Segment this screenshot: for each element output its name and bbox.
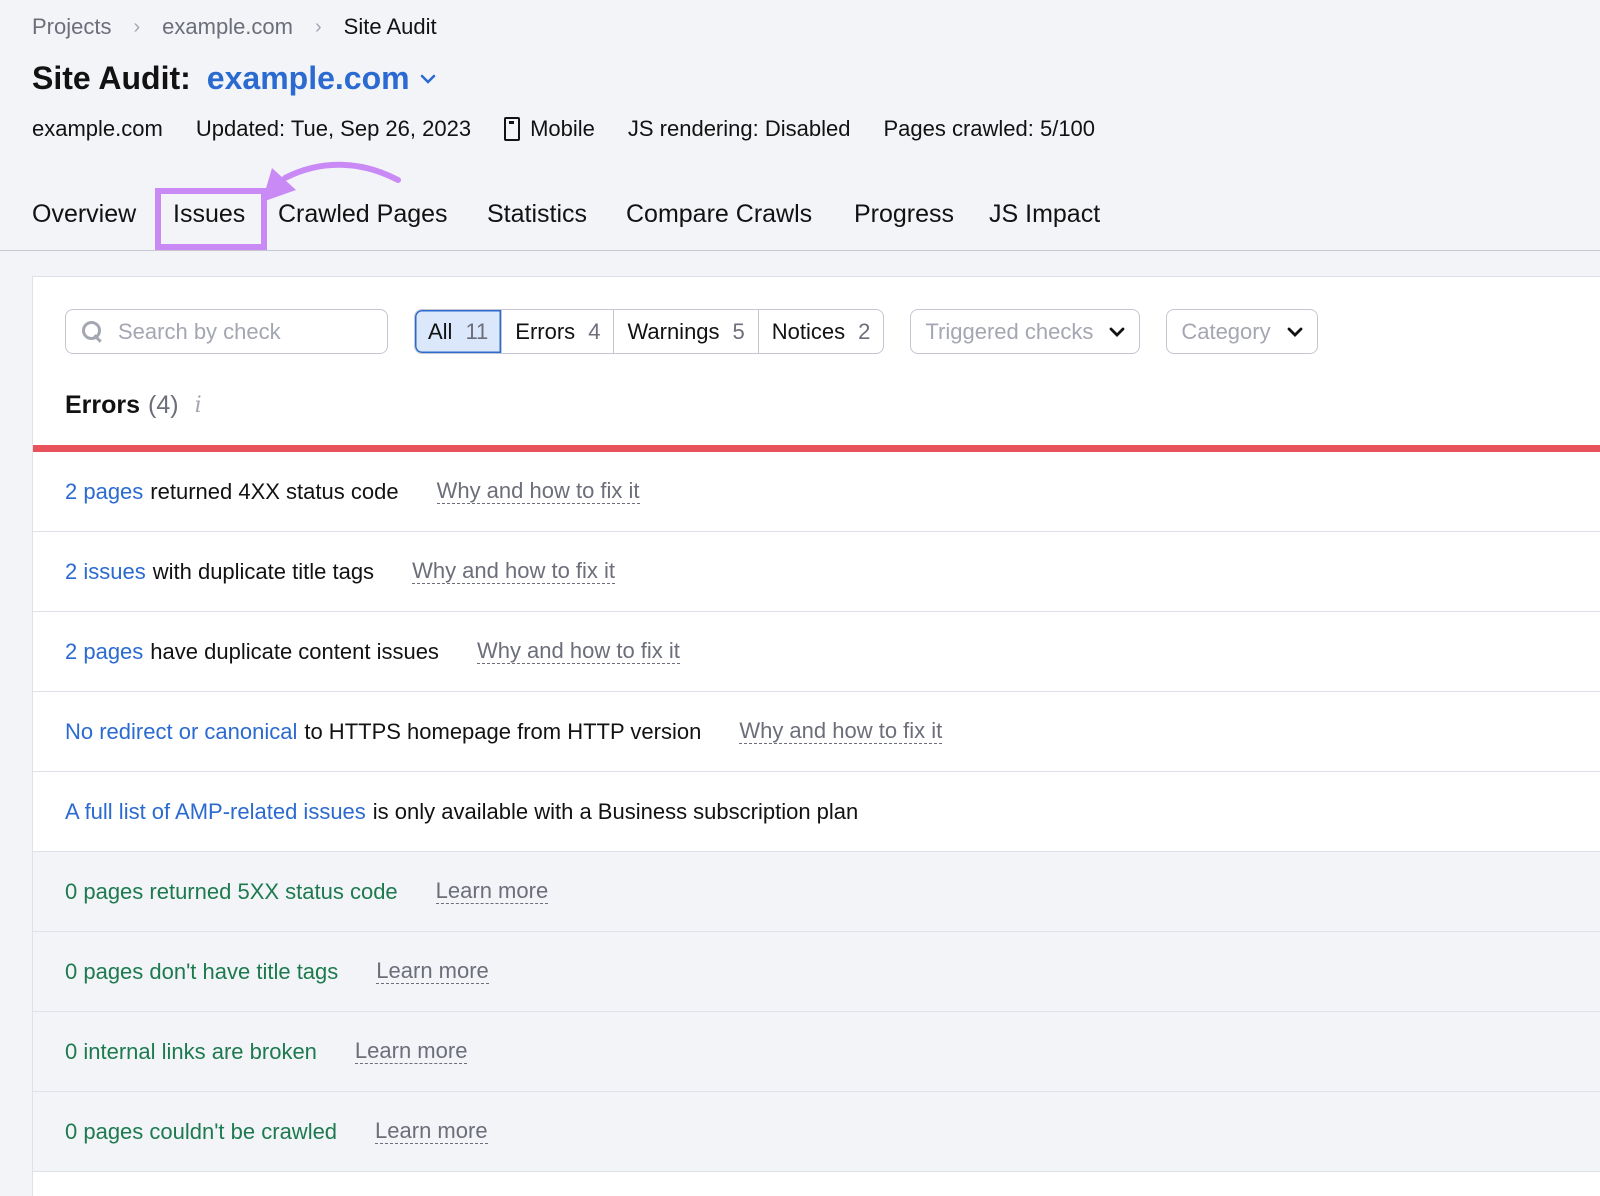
issue-row: 2 issues with duplicate title tags Why a… [33, 532, 1600, 612]
filter-warnings[interactable]: Warnings 5 [613, 310, 757, 353]
category-dropdown[interactable]: Category [1166, 309, 1318, 354]
meta-device: Mobile [504, 116, 595, 142]
passed-check-row: 0 internal links are broken Learn more [33, 1012, 1600, 1092]
tab-bar: Overview Issues Crawled Pages Statistics… [0, 196, 1600, 251]
passed-check-text: 0 pages returned 5XX status code [65, 878, 398, 904]
issue-text: is only available with a Business subscr… [372, 798, 859, 824]
errors-heading: Errors [65, 391, 141, 419]
issue-row: 2 pages have duplicate content issues Wh… [33, 612, 1600, 692]
filter-warnings-count: 5 [732, 318, 745, 344]
page-title-label: Site Audit: [32, 60, 191, 96]
issues-panel: All 11 Errors 4 Warnings 5 Notices 2 Tri… [32, 276, 1600, 1196]
filter-notices-count: 2 [858, 318, 871, 344]
page-title: Site Audit: example.com [32, 60, 436, 97]
passed-check-text: 0 internal links are broken [65, 1038, 317, 1064]
category-label: Category [1181, 318, 1271, 344]
filter-notices-label: Notices [771, 318, 846, 344]
chevron-down-icon[interactable] [420, 74, 436, 84]
issue-text: returned 4XX status code [150, 478, 399, 504]
passed-check-text: 0 pages couldn't be crawled [65, 1118, 338, 1144]
chevron-right-icon: › [133, 15, 141, 38]
issue-link[interactable]: 2 pages [65, 639, 143, 665]
passed-check-row: 0 pages don't have title tags Learn more [33, 932, 1600, 1012]
tab-issues[interactable]: Issues [173, 200, 246, 248]
issues-list: 2 pages returned 4XX status code Why and… [33, 452, 1600, 1172]
tab-compare-crawls[interactable]: Compare Crawls [626, 200, 812, 229]
filter-warnings-label: Warnings [627, 318, 720, 344]
passed-check-text: 0 pages don't have title tags [65, 958, 339, 984]
errors-count: (4) [148, 391, 179, 419]
meta-device-label: Mobile [530, 116, 595, 141]
project-selector[interactable]: example.com [207, 60, 410, 97]
filter-all-label: All [428, 318, 453, 344]
learn-more-link[interactable]: Learn more [354, 1039, 468, 1064]
fix-help-link[interactable]: Why and how to fix it [476, 639, 680, 664]
breadcrumb-projects[interactable]: Projects [32, 14, 111, 40]
issue-text: to HTTPS homepage from HTTP version [304, 718, 702, 744]
issue-link[interactable]: 2 issues [65, 559, 146, 585]
triggered-checks-label: Triggered checks [925, 318, 1094, 344]
errors-section-header: Errors (4) i [65, 391, 202, 420]
learn-more-link[interactable]: Learn more [435, 879, 549, 904]
triggered-checks-dropdown[interactable]: Triggered checks [910, 309, 1141, 354]
site-audit-page: Projects › example.com › Site Audit Site… [0, 0, 1600, 1196]
issue-row: 2 pages returned 4XX status code Why and… [33, 452, 1600, 532]
filter-notices[interactable]: Notices 2 [757, 310, 884, 353]
tab-crawled-pages[interactable]: Crawled Pages [278, 200, 448, 229]
tab-js-impact[interactable]: JS Impact [989, 200, 1100, 229]
search-field[interactable] [65, 309, 388, 354]
passed-check-row: 0 pages couldn't be crawled Learn more [33, 1092, 1600, 1172]
filter-errors-count: 4 [588, 318, 601, 344]
audit-meta: example.com Updated: Tue, Sep 26, 2023 M… [32, 116, 1128, 142]
filter-all-count: 11 [465, 318, 489, 344]
learn-more-link[interactable]: Learn more [375, 1119, 488, 1144]
issue-link[interactable]: 2 pages [65, 479, 143, 505]
filter-errors[interactable]: Errors 4 [501, 310, 613, 353]
chevron-down-icon [1109, 327, 1125, 337]
meta-pages-crawled: Pages crawled: 5/100 [883, 116, 1096, 141]
search-icon [82, 320, 104, 343]
issue-link[interactable]: A full list of AMP-related issues [65, 799, 366, 825]
meta-js-rendering: JS rendering: Disabled [627, 116, 851, 141]
passed-check-row: 0 pages returned 5XX status code Learn m… [33, 852, 1600, 932]
filter-all[interactable]: All 11 [415, 310, 502, 353]
search-input[interactable] [118, 318, 358, 345]
issue-row-amp: A full list of AMP-related issues is onl… [33, 772, 1600, 852]
tab-overview[interactable]: Overview [32, 200, 136, 229]
fix-help-link[interactable]: Why and how to fix it [412, 559, 616, 584]
filters-toolbar: All 11 Errors 4 Warnings 5 Notices 2 Tri… [65, 309, 1318, 354]
issue-text: with duplicate title tags [152, 558, 375, 584]
tab-progress[interactable]: Progress [854, 200, 954, 229]
filter-errors-label: Errors [515, 318, 576, 344]
fix-help-link[interactable]: Why and how to fix it [436, 479, 640, 504]
errors-severity-bar [33, 445, 1600, 452]
meta-updated: Updated: Tue, Sep 26, 2023 [195, 116, 472, 141]
issue-row: No redirect or canonical to HTTPS homepa… [33, 692, 1600, 772]
chevron-down-icon [1287, 327, 1303, 337]
mobile-phone-icon [504, 117, 521, 141]
info-icon[interactable]: i [195, 393, 202, 418]
breadcrumb-project[interactable]: example.com [162, 14, 293, 40]
issue-text: have duplicate content issues [150, 638, 439, 664]
tab-statistics[interactable]: Statistics [487, 200, 587, 229]
chevron-right-icon: › [315, 15, 322, 38]
breadcrumb-current: Site Audit [343, 14, 437, 39]
fix-help-link[interactable]: Why and how to fix it [739, 719, 943, 744]
learn-more-link[interactable]: Learn more [376, 959, 489, 984]
meta-domain: example.com [32, 116, 163, 141]
severity-filter: All 11 Errors 4 Warnings 5 Notices 2 [414, 309, 885, 354]
issue-link[interactable]: No redirect or canonical [65, 719, 297, 745]
breadcrumb: Projects › example.com › Site Audit [32, 14, 437, 40]
